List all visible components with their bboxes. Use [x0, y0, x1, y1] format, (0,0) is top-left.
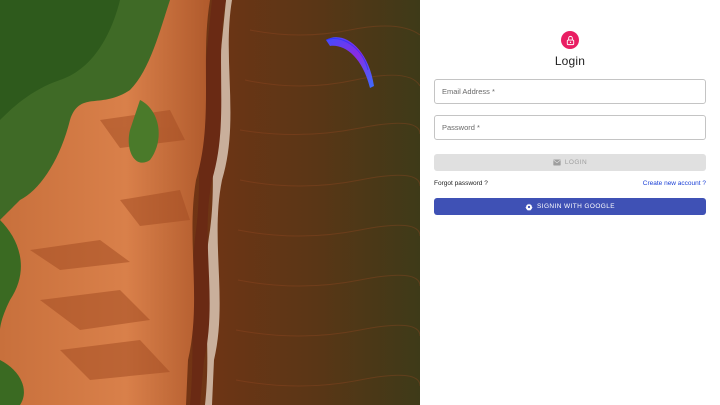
page-title: Login	[554, 54, 586, 68]
login-button-label: LOGIN	[564, 159, 588, 166]
hero-image	[0, 0, 420, 405]
login-button[interactable]: LOGIN	[434, 154, 706, 171]
create-account-link[interactable]: Create new account ?	[643, 180, 706, 187]
aerial-coast-illustration	[0, 0, 420, 405]
lock-avatar	[561, 31, 579, 49]
forgot-password-link[interactable]: Forgot password ?	[434, 180, 488, 187]
google-button-label: SIGNIN WITH GOOGLE	[537, 203, 615, 210]
lock-icon	[566, 35, 574, 45]
gear-icon	[525, 203, 533, 211]
email-field[interactable]: Email Address *	[434, 79, 706, 104]
mail-icon	[553, 159, 561, 166]
password-field[interactable]: Password *	[434, 115, 706, 140]
email-input[interactable]	[435, 80, 705, 103]
google-signin-button[interactable]: SIGNIN WITH GOOGLE	[434, 198, 706, 215]
password-input[interactable]	[435, 116, 705, 139]
login-panel: Login Email Address * Password * LOGIN F…	[420, 0, 720, 405]
auth-links: Forgot password ? Create new account ?	[434, 180, 706, 190]
